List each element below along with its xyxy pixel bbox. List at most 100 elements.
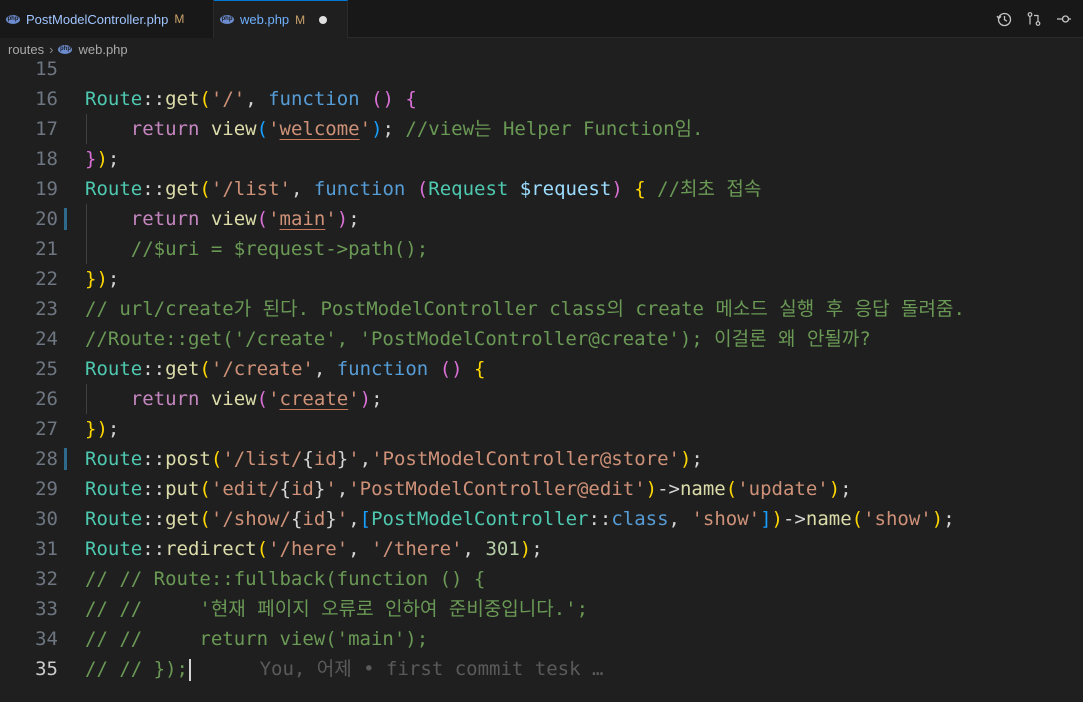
unsaved-dot-icon[interactable] — [319, 15, 328, 24]
code-token: welcome — [279, 118, 360, 140]
code-editor[interactable]: 15 16 Route::get('/', function () {17 retu… — [0, 58, 1083, 702]
line-number: 31 — [35, 538, 58, 560]
code-token: { — [405, 88, 417, 110]
line-number: 25 — [35, 358, 58, 380]
code-token: -> — [782, 508, 806, 530]
code-line[interactable]: 32 // // Route::fullback(function () { — [0, 564, 1083, 594]
code-token: '/' — [210, 88, 246, 110]
code-text: //$uri = $request->path(); — [85, 234, 428, 264]
revert-icon[interactable] — [1055, 10, 1073, 28]
code-token: Route — [85, 448, 143, 470]
code-token: ) — [771, 508, 783, 530]
code-token: return — [130, 388, 200, 410]
code-token: ; — [531, 538, 543, 560]
code-token: id — [313, 448, 337, 470]
code-token: ; — [840, 478, 852, 500]
code-token: class — [611, 508, 669, 530]
code-token: get — [165, 508, 200, 530]
code-token: Route — [85, 88, 143, 110]
code-line[interactable]: 20 return view('main'); — [0, 204, 1083, 234]
code-text: Route::get('/create', function () { — [85, 354, 485, 384]
source-control-compare-icon[interactable] — [1025, 10, 1043, 28]
code-line[interactable]: 34 // // return view('main'); — [0, 624, 1083, 654]
code-token: '/list/ — [222, 448, 303, 470]
code-token: , — [462, 538, 486, 560]
code-token: ) — [371, 118, 383, 140]
code-text: // url/create가 된다. PostModelController c… — [85, 294, 965, 324]
code-text: // // '현재 페이지 오류로 인하여 준비중입니다.'; — [85, 594, 588, 624]
history-icon[interactable] — [995, 10, 1013, 28]
code-token: ( — [416, 178, 429, 200]
code-token: Route — [85, 358, 143, 380]
code-text: // // return view('main'); — [85, 624, 428, 654]
code-line[interactable]: 35 // // }); You, 어제 • first commit tesk … — [0, 654, 1083, 684]
code-text: return view('main'); — [85, 204, 360, 234]
code-line[interactable]: 17 return view('welcome'); //view는 Helpe… — [0, 114, 1083, 144]
line-number: 20 — [35, 208, 58, 230]
code-token: ) — [96, 418, 108, 440]
code-line[interactable]: 22}); — [0, 264, 1083, 294]
code-line[interactable]: 29 Route::put('edit/{id}','PostModelContr… — [0, 474, 1083, 504]
code-token: ) — [611, 178, 623, 200]
code-text: Route::get('/show/{id}',[PostModelContro… — [85, 504, 955, 534]
line-number: 35 — [35, 658, 58, 680]
code-text: return view('welcome'); //view는 Helper F… — [85, 114, 704, 144]
code-token: ( — [725, 478, 738, 500]
code-token: ( — [851, 508, 864, 530]
code-line[interactable]: 26 return view('create'); — [0, 384, 1083, 414]
code-line[interactable]: 30 Route::get('/show/{id}',[PostModelCont… — [0, 504, 1083, 534]
code-line[interactable]: 28 Route::post('/list/{id}','PostModelCon… — [0, 444, 1083, 474]
code-token: 301 — [485, 538, 520, 560]
code-token: post — [165, 448, 211, 470]
code-token: ) — [679, 448, 692, 470]
code-line[interactable]: 24 //Route::get('/create', 'PostModelCont… — [0, 324, 1083, 354]
code-line[interactable]: 18}); — [0, 144, 1083, 174]
tab-web-php[interactable]: php web.php M — [214, 0, 348, 38]
code-line[interactable]: 19 Route::get('/list', function (Request … — [0, 174, 1083, 204]
line-number: 28 — [35, 448, 58, 470]
code-token: // url/create가 된다. PostModelController c… — [85, 298, 965, 320]
code-line[interactable]: 31 Route::redirect('/here', '/there', 301… — [0, 534, 1083, 564]
code-token: ( — [199, 88, 211, 110]
code-line[interactable]: 16 Route::get('/', function () { — [0, 84, 1083, 114]
code-text: //Route::get('/create', 'PostModelContro… — [85, 324, 871, 354]
code-token: ( — [256, 208, 269, 230]
line-number: 29 — [35, 478, 58, 500]
code-token: { — [474, 358, 486, 380]
code-line[interactable]: 27}); — [0, 414, 1083, 444]
code-token: :: — [142, 88, 166, 110]
line-number: 24 — [35, 328, 58, 350]
code-token: 'edit/ — [210, 478, 280, 500]
git-change-marker[interactable] — [64, 208, 67, 230]
line-number: 17 — [35, 118, 58, 140]
code-token: ( — [256, 118, 269, 140]
code-token: main — [279, 208, 326, 230]
code-token: //Route::get('/create', 'PostModelContro… — [85, 328, 871, 350]
code-token: } — [325, 508, 337, 530]
code-text: Route::get('/', function () { — [85, 84, 417, 114]
code-token: [ — [359, 508, 372, 530]
code-token: ( — [199, 508, 211, 530]
code-line[interactable]: 15 — [0, 54, 1083, 84]
code-text: }); — [85, 144, 119, 174]
git-blame-annotation: You, 어제 • first commit tesk … — [190, 658, 604, 680]
code-token: view — [210, 118, 257, 140]
code-token: :: — [142, 538, 166, 560]
code-text: Route::get('/list', function (Request $r… — [85, 174, 761, 204]
code-line[interactable]: 23 // url/create가 된다. PostModelController… — [0, 294, 1083, 324]
code-line[interactable]: 25 Route::get('/create', function () { — [0, 354, 1083, 384]
code-token: ; — [371, 388, 383, 410]
code-token: :: — [142, 178, 166, 200]
code-line[interactable]: 33 // // '현재 페이지 오류로 인하여 준비중입니다.'; — [0, 594, 1083, 624]
git-change-marker[interactable] — [64, 448, 67, 470]
tab-postmodelcontroller[interactable]: php PostModelController.php M — [0, 0, 214, 38]
code-line[interactable]: 21 //$uri = $request->path(); — [0, 234, 1083, 264]
line-number: 26 — [35, 388, 58, 410]
code-token: ; — [107, 268, 120, 290]
